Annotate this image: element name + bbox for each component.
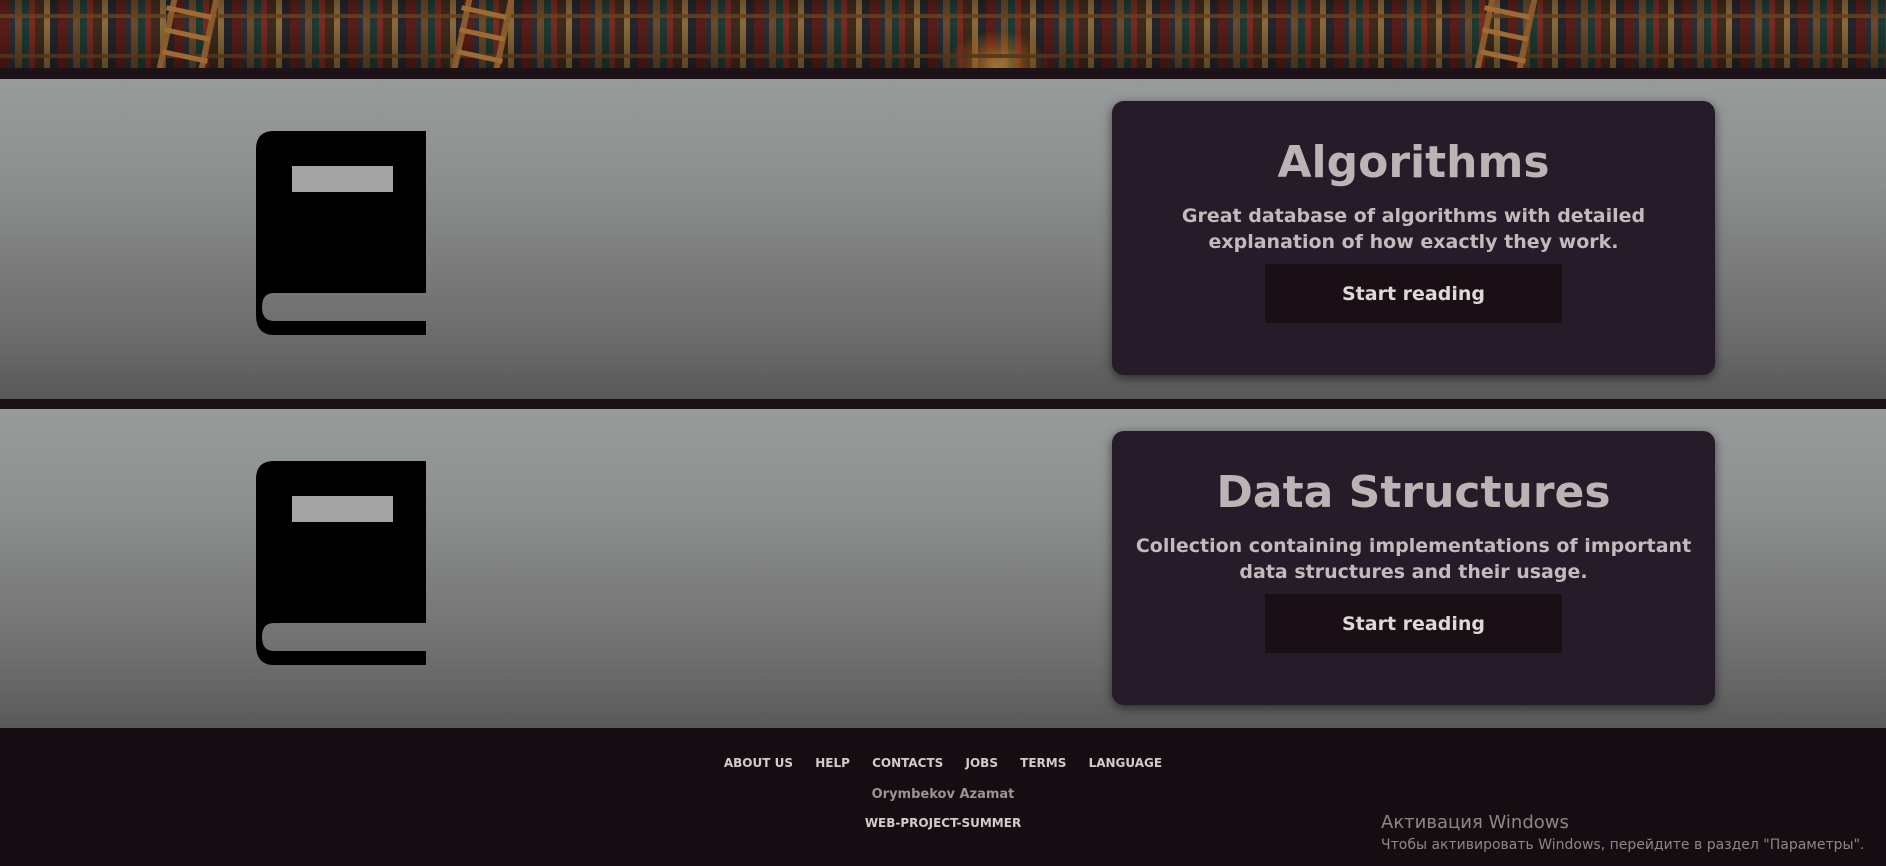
bookshelf-banner: [0, 0, 1886, 74]
start-reading-button[interactable]: Start reading: [1265, 594, 1562, 653]
footer-link-language[interactable]: LANGUAGE: [1089, 756, 1163, 770]
footer-link-jobs[interactable]: JOBS: [966, 756, 998, 770]
ladder-decoration: [1473, 0, 1539, 74]
windows-activation-subtitle: Чтобы активировать Windows, перейдите в …: [1381, 837, 1865, 853]
footer-link-help[interactable]: HELP: [815, 756, 850, 770]
section-algorithms: Algorithms Great database of algorithms …: [0, 79, 1886, 399]
book-icon: [256, 461, 426, 665]
ladder-decoration: [155, 0, 221, 74]
section-data-structures: Data Structures Collection containing im…: [0, 409, 1886, 729]
footer-author: Orymbekov Azamat: [871, 787, 1015, 802]
start-reading-button[interactable]: Start reading: [1265, 264, 1562, 323]
card-description: Great database of algorithms with detail…: [1181, 205, 1646, 253]
footer-project-name: WEB-PROJECT-SUMMER: [864, 816, 1022, 830]
footer-nav: ABOUT US HELP CONTACTS JOBS TERMS LANGUA…: [0, 756, 1886, 770]
footer-link-about-us[interactable]: ABOUT US: [724, 756, 793, 770]
card-description: Collection containing implementations of…: [1135, 535, 1692, 583]
algorithms-card: Algorithms Great database of algorithms …: [1112, 101, 1715, 375]
divider: [0, 399, 1886, 409]
card-title: Algorithms: [1277, 137, 1550, 188]
data-structures-card: Data Structures Collection containing im…: [1112, 431, 1715, 705]
divider: [0, 68, 1886, 79]
book-icon: [256, 131, 426, 335]
windows-activation-title: Активация Windows: [1381, 812, 1569, 833]
ladder-decoration: [450, 0, 516, 74]
footer-link-contacts[interactable]: CONTACTS: [872, 756, 943, 770]
card-title: Data Structures: [1216, 467, 1611, 518]
footer-link-terms[interactable]: TERMS: [1020, 756, 1066, 770]
